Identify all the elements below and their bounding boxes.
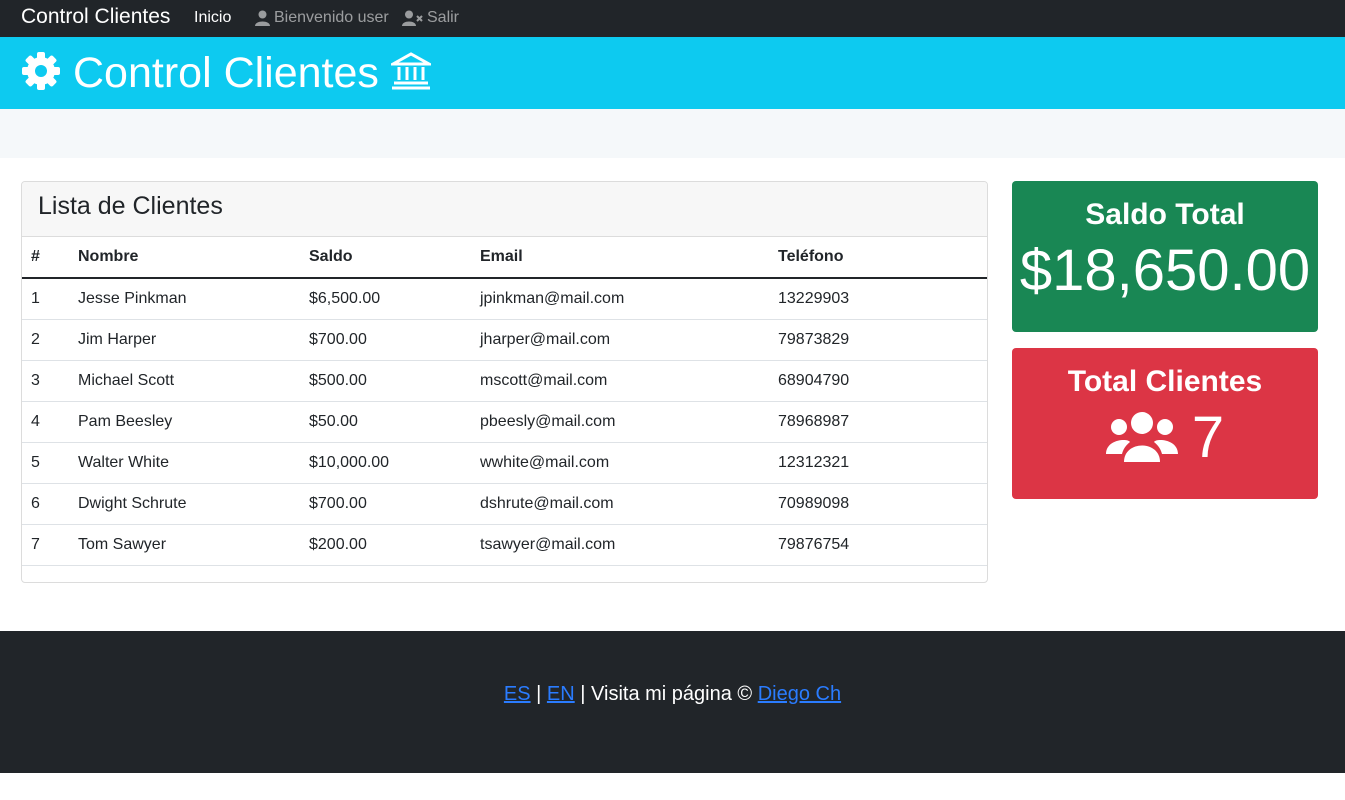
saldo-total-card: Saldo Total $18,650.00 [1012,181,1318,332]
cell-saldo: $700.00 [300,319,471,361]
cell-telefono: 12312321 [769,442,987,484]
footer-separator: | [536,683,542,705]
users-icon [1105,410,1178,467]
author-link[interactable]: Diego Ch [758,683,841,705]
saldo-total-value: $18,650.00 [1019,238,1311,303]
cell-number: 5 [22,442,69,484]
cell-telefono: 79876754 [769,524,987,566]
cell-email: pbeesly@mail.com [471,401,769,443]
cell-email: jharper@mail.com [471,319,769,361]
cell-number: 3 [22,360,69,402]
clients-card: Lista de Clientes # Nombre Saldo Email T… [21,181,988,583]
table-row[interactable]: 7 Tom Sawyer $200.00 tsawyer@mail.com 79… [22,524,987,566]
cell-nombre: Jim Harper [69,319,300,361]
saldo-total-label: Saldo Total [1085,198,1245,231]
cell-telefono: 70989098 [769,483,987,525]
header-nombre: Nombre [69,237,300,279]
total-clientes-card: Total Clientes 7 [1012,348,1318,499]
footer-text: ES | EN | Visita mi página © Diego Ch [0,683,1345,706]
cell-nombre: Michael Scott [69,360,300,402]
clients-table: # Nombre Saldo Email Teléfono 1 Jesse Pi… [22,237,987,566]
cell-number: 1 [22,278,69,320]
user-remove-icon [402,10,423,26]
header-telefono: Teléfono [769,237,987,279]
cell-telefono: 68904790 [769,360,987,402]
clients-card-title: Lista de Clientes [38,192,223,220]
footer: ES | EN | Visita mi página © Diego Ch [0,631,1345,773]
navbar-brand[interactable]: Control Clientes [21,5,170,29]
cell-nombre: Tom Sawyer [69,524,300,566]
subheader-strip [0,109,1345,158]
user-icon [255,10,270,26]
header-banner: Control Clientes [0,37,1345,109]
cell-saldo: $200.00 [300,524,471,566]
cell-email: dshrute@mail.com [471,483,769,525]
cell-saldo: $10,000.00 [300,442,471,484]
cell-number: 2 [22,319,69,361]
table-row[interactable]: 5 Walter White $10,000.00 wwhite@mail.co… [22,442,987,484]
gear-icon [21,51,61,96]
cell-nombre: Jesse Pinkman [69,278,300,320]
cell-saldo: $500.00 [300,360,471,402]
cell-email: tsawyer@mail.com [471,524,769,566]
cell-saldo: $50.00 [300,401,471,443]
cell-email: mscott@mail.com [471,360,769,402]
cell-email: jpinkman@mail.com [471,278,769,320]
table-row[interactable]: 2 Jim Harper $700.00 jharper@mail.com 79… [22,319,987,361]
cell-number: 7 [22,524,69,566]
cell-telefono: 79873829 [769,319,987,361]
table-row[interactable]: 6 Dwight Schrute $700.00 dshrute@mail.co… [22,483,987,525]
lang-en-link[interactable]: EN [547,683,575,705]
total-clientes-label: Total Clientes [1067,365,1263,398]
nav-home-label: Inicio [194,9,232,26]
table-row[interactable]: 4 Pam Beesley $50.00 pbeesly@mail.com 78… [22,401,987,443]
header-saldo: Saldo [300,237,471,279]
total-clientes-value: 7 [1191,405,1225,470]
top-navbar: Control Clientes Inicio Bienvenido user … [0,0,1345,37]
table-header-row: # Nombre Saldo Email Teléfono [22,237,987,279]
cell-nombre: Pam Beesley [69,401,300,443]
cell-saldo: $700.00 [300,483,471,525]
cell-telefono: 13229903 [769,278,987,320]
footer-visit-text: | Visita mi página © [580,683,753,705]
lang-es-link[interactable]: ES [504,683,531,705]
cell-email: wwhite@mail.com [471,442,769,484]
nav-logout-link[interactable]: Salir [402,9,459,27]
cell-nombre: Walter White [69,442,300,484]
table-row[interactable]: 1 Jesse Pinkman $6,500.00 jpinkman@mail.… [22,278,987,320]
cell-telefono: 78968987 [769,401,987,443]
bank-icon [387,51,435,95]
cell-saldo: $6,500.00 [300,278,471,320]
cell-nombre: Dwight Schrute [69,483,300,525]
page-title: Control Clientes [73,49,379,97]
cell-number: 4 [22,401,69,443]
table-row[interactable]: 3 Michael Scott $500.00 mscott@mail.com … [22,360,987,402]
header-number: # [22,237,69,279]
clients-card-header: Lista de Clientes [22,182,987,237]
cell-number: 6 [22,483,69,525]
header-email: Email [471,237,769,279]
nav-welcome-link[interactable]: Bienvenido user [255,9,389,27]
nav-welcome-label: Bienvenido user [274,9,389,26]
nav-logout-label: Salir [427,9,460,26]
nav-home-link[interactable]: Inicio [194,9,231,27]
